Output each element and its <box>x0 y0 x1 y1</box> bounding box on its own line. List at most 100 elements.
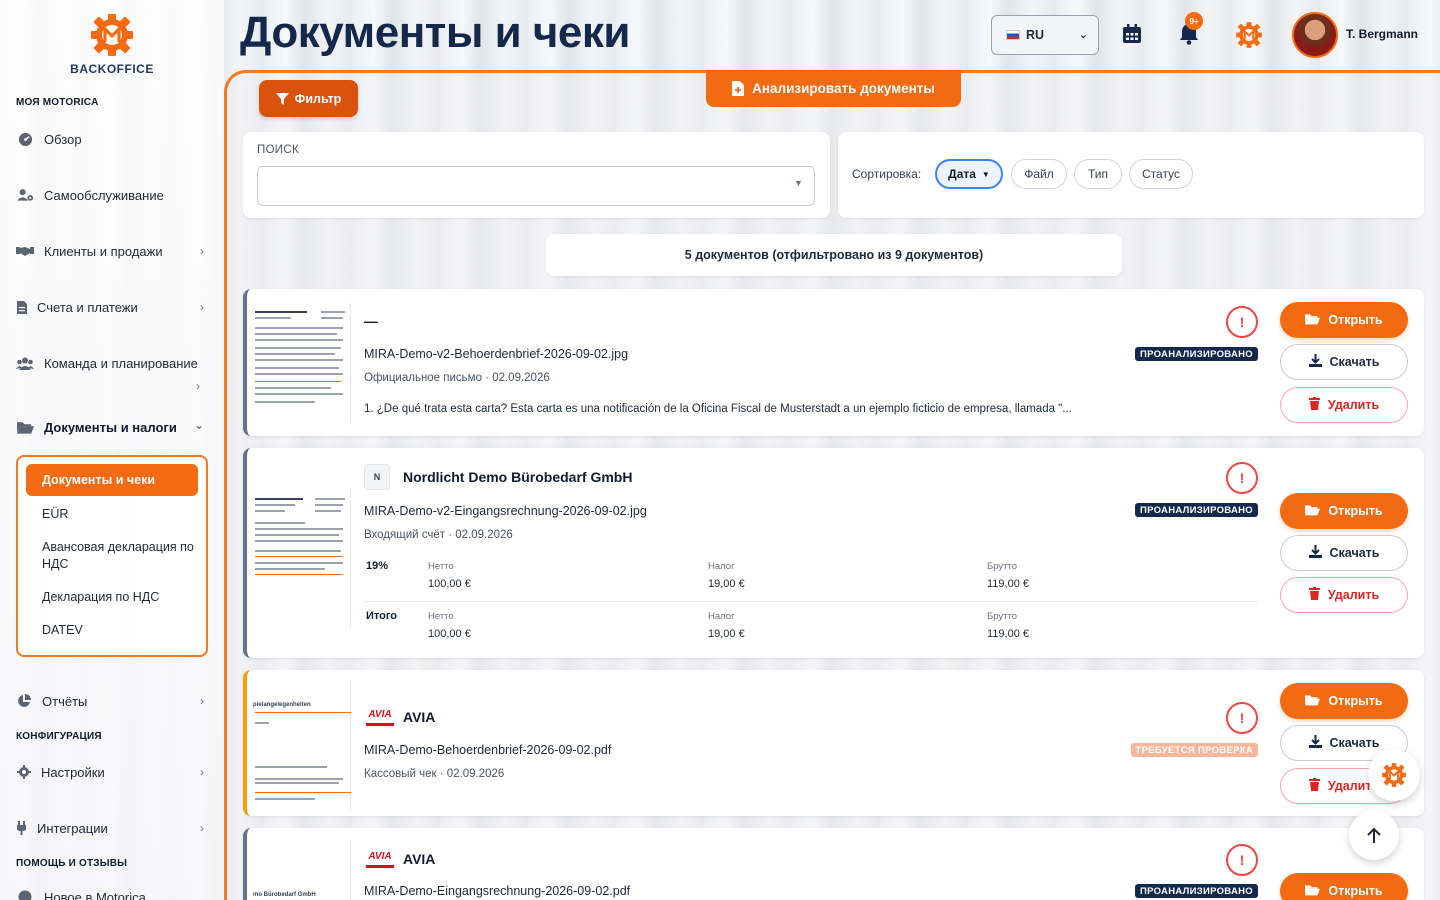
motorica-gear-icon[interactable] <box>1235 21 1263 49</box>
document-thumbnail[interactable]: mo Bürobedarf GmbH <box>251 840 351 900</box>
document-filename[interactable]: MIRA-Demo-v2-Behoerdenbrief-2026-09-02.j… <box>364 347 628 361</box>
sort-chip-status[interactable]: Статус <box>1129 159 1193 189</box>
invoice-icon <box>16 299 27 315</box>
sidebar-item-team[interactable]: Команда и планирование <box>16 355 208 371</box>
document-thumbnail[interactable] <box>251 488 351 628</box>
sidebar-item-settings[interactable]: Настройки › <box>16 764 208 780</box>
pie-chart-icon <box>16 693 32 709</box>
language-select[interactable]: RU ⌄ <box>991 15 1099 55</box>
scroll-to-top-button[interactable] <box>1349 810 1399 860</box>
logo[interactable]: BACKOFFICE <box>0 12 224 76</box>
sort-chip-type[interactable]: Тип <box>1074 159 1122 189</box>
document-filename[interactable]: MIRA-Demo-Behoerdenbrief-2026-09-02.pdf <box>364 743 611 757</box>
tax-total-label: Итого <box>366 610 398 622</box>
user-name[interactable]: T. Bergmann <box>1346 27 1418 41</box>
sidebar-item-label: Интеграции <box>37 820 108 836</box>
gear-icon <box>16 764 31 780</box>
sidebar-item-docs[interactable]: Документы и налоги ⌄ <box>16 418 208 435</box>
document-title: Nordlicht Demo Bürobedarf GmbH <box>403 469 633 485</box>
calendar-icon[interactable] <box>1120 22 1144 46</box>
avia-logo: AVIA <box>366 848 394 868</box>
document-meta: Кассовый чек · 02.09.2026 <box>364 768 505 780</box>
open-label: Открыть <box>1328 313 1383 327</box>
handshake-icon <box>16 243 34 259</box>
filter-label: Фильтр <box>294 91 342 106</box>
search-input[interactable] <box>257 166 815 206</box>
document-card[interactable]: mo Bürobedarf GmbH AVIA AVIA MIRA-Demo-E… <box>243 828 1424 900</box>
delete-button[interactable]: Удалить <box>1280 387 1408 423</box>
download-button[interactable]: Скачать <box>1280 344 1408 380</box>
thumbnail-text: mo Bürobedarf GmbH <box>253 892 316 898</box>
gross-value: 119,00 € <box>987 578 1030 590</box>
search-card: ПОИСК ▼ <box>243 132 830 218</box>
sidebar-item-label: Новое в Motorica <box>44 889 146 900</box>
alert-icon[interactable]: ! <box>1226 702 1258 734</box>
trash-icon <box>1308 778 1320 794</box>
submenu-item-documents[interactable]: Документы и чеки <box>26 464 198 496</box>
open-button[interactable]: Открыть <box>1280 302 1408 338</box>
open-button[interactable]: Открыть <box>1280 683 1408 719</box>
filter-button[interactable]: Фильтр <box>259 80 358 117</box>
chevron-right-icon: › <box>200 765 204 779</box>
document-title: AVIA <box>403 709 436 725</box>
submenu-item-vat-advance[interactable]: Авансовая декларация по НДС <box>42 539 202 573</box>
delete-label: Удалить <box>1327 398 1380 412</box>
sidebar-item-clients[interactable]: Клиенты и продажи › <box>16 243 208 259</box>
submenu-item-eur[interactable]: EÜR <box>42 506 202 523</box>
document-title: — <box>364 313 378 329</box>
download-button[interactable]: Скачать <box>1280 535 1408 571</box>
open-button[interactable]: Открыть <box>1280 493 1408 529</box>
alert-icon[interactable]: ! <box>1226 306 1258 338</box>
document-thumbnail[interactable]: pielangelegenheiten <box>251 682 351 810</box>
sidebar-item-about[interactable]: Новое в Motorica <box>16 889 208 900</box>
sort-desc-icon: ▼ <box>981 169 990 179</box>
motorica-gear-icon <box>1382 763 1406 787</box>
analyze-label: Анализировать документы <box>752 81 935 96</box>
download-label: Скачать <box>1329 355 1380 369</box>
document-card[interactable]: — MIRA-Demo-v2-Behoerdenbrief-2026-09-02… <box>243 289 1424 436</box>
document-card[interactable]: N Nordlicht Demo Bürobedarf GmbH MIRA-De… <box>243 448 1424 658</box>
sidebar-item-overview[interactable]: Обзор <box>16 131 208 147</box>
gross-value: 119,00 € <box>987 628 1030 640</box>
alert-icon[interactable]: ! <box>1226 844 1258 876</box>
document-thumbnail[interactable] <box>251 303 351 423</box>
sort-chip-date[interactable]: Дата ▼ <box>935 159 1003 189</box>
sidebar-item-selfservice[interactable]: Самообслуживание <box>16 187 208 203</box>
sidebar-item-label: Обзор <box>44 131 82 147</box>
net-value: 100,00 € <box>428 578 471 590</box>
chevron-right-icon[interactable]: › <box>196 379 200 393</box>
folder-open-icon <box>1305 313 1321 328</box>
submenu-item-vat-return[interactable]: Декларация по НДС <box>42 589 202 606</box>
info-icon <box>16 889 34 900</box>
avatar[interactable] <box>1292 12 1338 58</box>
submenu-item-datev[interactable]: DATEV <box>42 622 202 639</box>
search-label: ПОИСК <box>257 144 299 156</box>
folder-open-icon <box>1305 504 1321 519</box>
delete-button[interactable]: Удалить <box>1280 577 1408 613</box>
document-description: 1. ¿De qué trata esta carta? Esta carta … <box>364 403 1072 415</box>
net-label: Нетто <box>428 561 454 572</box>
assistant-gear-button[interactable] <box>1368 749 1420 801</box>
sort-chip-file[interactable]: Файл <box>1011 159 1067 189</box>
open-button[interactable]: Открыть <box>1280 873 1408 900</box>
notifications-badge: 9+ <box>1185 12 1203 30</box>
sidebar-item-reports[interactable]: Отчёты › <box>16 693 208 709</box>
sidebar-item-label: Самообслуживание <box>44 187 164 203</box>
section-title-my: МОЯ MOTORICA <box>16 97 99 108</box>
alert-icon[interactable]: ! <box>1226 462 1258 494</box>
delete-label: Удалить <box>1327 588 1380 602</box>
document-filename[interactable]: MIRA-Demo-Eingangsrechnung-2026-09-02.pd… <box>364 884 630 898</box>
dropdown-arrow-icon[interactable]: ▼ <box>794 178 803 188</box>
document-filename[interactable]: MIRA-Demo-v2-Eingangsrechnung-2026-09-02… <box>364 504 647 518</box>
sidebar-item-integrations[interactable]: Интеграции › <box>16 820 208 836</box>
open-label: Открыть <box>1328 694 1383 708</box>
avia-logo: AVIA <box>366 706 394 726</box>
analyze-documents-button[interactable]: Анализировать документы <box>706 70 961 107</box>
net-label: Нетто <box>428 611 454 622</box>
language-value: RU <box>1026 28 1045 42</box>
document-card[interactable]: pielangelegenheiten AVIA AVIA MIRA-Demo-… <box>243 670 1424 816</box>
document-title: AVIA <box>403 851 436 867</box>
user-gear-icon <box>16 187 34 203</box>
plug-icon <box>16 820 27 836</box>
sidebar-item-invoices[interactable]: Счета и платежи › <box>16 299 208 315</box>
